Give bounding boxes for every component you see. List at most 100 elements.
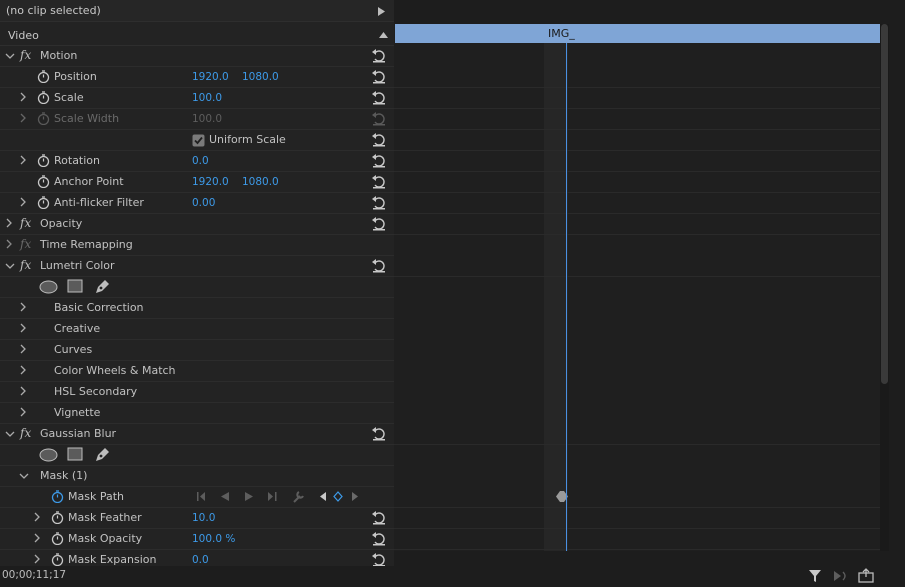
mask-feather-value[interactable]: 10.0	[192, 512, 215, 524]
collapse-up-icon[interactable]	[379, 32, 388, 38]
keyframe-marker[interactable]	[554, 490, 570, 503]
stopwatch-icon[interactable]	[37, 70, 50, 83]
mask-expansion-value[interactable]: 0.0	[192, 554, 209, 566]
stopwatch-active-icon[interactable]	[51, 490, 64, 503]
scale-value[interactable]: 100.0	[192, 92, 222, 104]
fx-badge[interactable]: fx	[20, 48, 31, 62]
expand-arrow-icon[interactable]	[378, 7, 385, 16]
stopwatch-icon[interactable]	[51, 511, 64, 524]
reset-icon[interactable]	[371, 258, 387, 273]
play-audio-icon[interactable]	[833, 569, 849, 583]
chevron-right-icon[interactable]	[18, 323, 28, 333]
lumetri-effect-row[interactable]: fx Lumetri Color	[0, 256, 394, 277]
mask-row[interactable]: Mask (1)	[0, 466, 394, 487]
next-keyframe-icon[interactable]	[351, 492, 359, 501]
chevron-right-icon[interactable]	[18, 386, 28, 396]
reset-icon[interactable]	[371, 153, 387, 168]
track-forward-icon[interactable]	[243, 491, 254, 502]
anchor-y-value[interactable]: 1080.0	[242, 176, 279, 188]
chevron-right-icon[interactable]	[18, 113, 28, 123]
video-section-header[interactable]: Video	[0, 24, 394, 46]
filter-icon[interactable]	[808, 569, 822, 583]
reset-icon[interactable]	[371, 69, 387, 84]
scrollbar-thumb[interactable]	[881, 24, 888, 384]
timecode-display[interactable]: 00;00;11;17	[2, 569, 66, 581]
chevron-down-icon[interactable]	[19, 471, 29, 481]
stopwatch-icon[interactable]	[37, 175, 50, 188]
ellipse-mask-icon[interactable]	[39, 280, 58, 294]
chevron-down-icon[interactable]	[5, 51, 15, 61]
pen-mask-icon[interactable]	[94, 278, 111, 295]
lumetri-section-row[interactable]: Creative	[0, 319, 394, 340]
gaussian-blur-effect-row[interactable]: fx Gaussian Blur	[0, 424, 394, 445]
fx-badge[interactable]: fx	[20, 426, 31, 440]
fx-badge[interactable]: fx	[20, 216, 31, 230]
chevron-right-icon[interactable]	[4, 239, 14, 249]
lumetri-section-row[interactable]: Vignette	[0, 403, 394, 424]
wrench-icon[interactable]	[291, 490, 305, 503]
chevron-down-icon[interactable]	[5, 261, 15, 271]
add-keyframe-icon[interactable]	[333, 491, 343, 502]
timeline-row	[394, 529, 880, 550]
position-x-value[interactable]: 1920.0	[192, 71, 229, 83]
track-backward-icon[interactable]	[220, 491, 231, 502]
chevron-right-icon[interactable]	[32, 554, 42, 564]
anchor-x-value[interactable]: 1920.0	[192, 176, 229, 188]
timeline-ruler[interactable]	[394, 0, 880, 24]
stopwatch-icon[interactable]	[37, 196, 50, 209]
chevron-right-icon[interactable]	[18, 302, 28, 312]
scale-width-row: Scale Width 100.0	[0, 109, 394, 130]
pen-mask-icon[interactable]	[94, 446, 111, 463]
reset-icon[interactable]	[371, 426, 387, 441]
clip-bar[interactable]: IMG_	[395, 24, 880, 43]
chevron-right-icon[interactable]	[18, 407, 28, 417]
vertical-scrollbar[interactable]	[880, 24, 889, 551]
chevron-right-icon[interactable]	[18, 365, 28, 375]
chevron-right-icon[interactable]	[4, 218, 14, 228]
keyframe-timeline[interactable]: IMG_	[394, 0, 880, 551]
lumetri-section-row[interactable]: Color Wheels & Match	[0, 361, 394, 382]
reset-icon[interactable]	[371, 216, 387, 231]
ellipse-mask-icon[interactable]	[39, 448, 58, 462]
clip-header[interactable]: (no clip selected)	[0, 0, 394, 22]
stopwatch-icon[interactable]	[37, 154, 50, 167]
reset-icon[interactable]	[371, 90, 387, 105]
motion-effect-row[interactable]: fx Motion	[0, 46, 394, 67]
export-icon[interactable]	[858, 568, 874, 583]
reset-icon[interactable]	[371, 195, 387, 210]
rotation-value[interactable]: 0.0	[192, 155, 209, 167]
track-selected-forward-one-icon[interactable]	[267, 491, 280, 502]
mask-opacity-value[interactable]: 100.0 %	[192, 533, 235, 545]
stopwatch-icon[interactable]	[51, 553, 64, 566]
reset-icon[interactable]	[371, 552, 387, 566]
reset-icon[interactable]	[371, 531, 387, 546]
chevron-right-icon[interactable]	[32, 533, 42, 543]
stopwatch-icon[interactable]	[51, 532, 64, 545]
reset-icon[interactable]	[371, 174, 387, 189]
anti-flicker-label: Anti-flicker Filter	[54, 196, 144, 209]
reset-icon[interactable]	[371, 510, 387, 525]
stopwatch-icon[interactable]	[37, 91, 50, 104]
time-remapping-row[interactable]: fx Time Remapping	[0, 235, 394, 256]
rect-mask-icon[interactable]	[67, 447, 83, 462]
lumetri-section-row[interactable]: Curves	[0, 340, 394, 361]
chevron-right-icon[interactable]	[18, 155, 28, 165]
position-y-value[interactable]: 1080.0	[242, 71, 279, 83]
lumetri-section-row[interactable]: HSL Secondary	[0, 382, 394, 403]
prev-keyframe-icon[interactable]	[319, 492, 327, 501]
lumetri-section-row[interactable]: Basic Correction	[0, 298, 394, 319]
chevron-right-icon[interactable]	[18, 92, 28, 102]
opacity-effect-row[interactable]: fx Opacity	[0, 214, 394, 235]
rect-mask-icon[interactable]	[67, 279, 83, 294]
track-selected-backward-one-icon[interactable]	[197, 491, 210, 502]
uniform-scale-checkbox[interactable]	[192, 134, 205, 147]
chevron-down-icon[interactable]	[5, 429, 15, 439]
reset-icon[interactable]	[371, 48, 387, 63]
chevron-right-icon[interactable]	[32, 512, 42, 522]
reset-icon[interactable]	[371, 132, 387, 147]
fx-badge[interactable]: fx	[20, 258, 31, 272]
anti-flicker-value[interactable]: 0.00	[192, 197, 215, 209]
playhead-line[interactable]	[566, 43, 567, 551]
chevron-right-icon[interactable]	[18, 344, 28, 354]
chevron-right-icon[interactable]	[18, 197, 28, 207]
